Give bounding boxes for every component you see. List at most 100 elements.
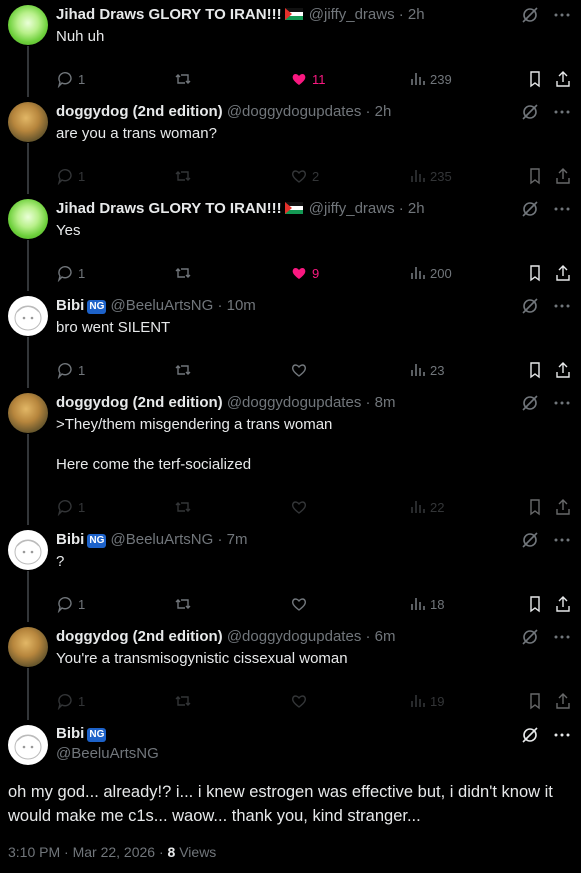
relative-time[interactable]: · 7m bbox=[217, 531, 247, 548]
main-handle[interactable]: @BeeluArtsNG bbox=[56, 745, 159, 762]
retweet-button[interactable] bbox=[174, 70, 192, 88]
like-button[interactable] bbox=[290, 692, 312, 710]
avatar[interactable] bbox=[8, 5, 48, 45]
display-name[interactable]: Bibi bbox=[56, 297, 84, 314]
display-name[interactable]: doggydog (2nd edition) bbox=[56, 394, 223, 411]
retweet-button[interactable] bbox=[174, 595, 192, 613]
views-button[interactable]: 22 bbox=[408, 498, 444, 516]
share-button[interactable] bbox=[554, 692, 572, 710]
more-icon[interactable] bbox=[553, 103, 571, 126]
avatar[interactable] bbox=[8, 627, 48, 667]
action-bar: 1 2 235 bbox=[56, 167, 576, 187]
avatar[interactable] bbox=[8, 725, 48, 765]
like-count: 11 bbox=[312, 71, 326, 87]
reply-text: ? bbox=[56, 553, 65, 570]
timestamp[interactable]: 3:10 PM · Mar 22, 2026 · bbox=[8, 844, 164, 860]
grok-icon[interactable] bbox=[521, 394, 539, 417]
like-button[interactable]: 9 bbox=[290, 264, 319, 282]
display-name[interactable]: Bibi bbox=[56, 531, 84, 548]
bookmark-button[interactable] bbox=[526, 595, 544, 613]
reply-button[interactable]: 1 bbox=[56, 70, 85, 88]
reply-top-icons bbox=[521, 628, 571, 651]
handle[interactable]: @BeeluArtsNG bbox=[111, 531, 214, 548]
like-button[interactable] bbox=[290, 361, 312, 379]
handle[interactable]: @jiffy_draws bbox=[309, 200, 395, 217]
like-button[interactable]: 11 bbox=[290, 70, 326, 88]
share-button[interactable] bbox=[554, 70, 572, 88]
relative-time[interactable]: · 2h bbox=[399, 6, 425, 23]
handle[interactable]: @BeeluArtsNG bbox=[111, 297, 214, 314]
display-name[interactable]: doggydog (2nd edition) bbox=[56, 103, 223, 120]
display-name[interactable]: Jihad Draws GLORY TO IRAN!!! bbox=[56, 6, 282, 23]
bookmark-button[interactable] bbox=[526, 498, 544, 516]
relative-time[interactable]: · 8m bbox=[366, 394, 396, 411]
reply-button[interactable]: 1 bbox=[56, 595, 85, 613]
avatar[interactable] bbox=[8, 393, 48, 433]
retweet-button[interactable] bbox=[174, 264, 192, 282]
main-display-name[interactable]: Bibi NG bbox=[56, 725, 107, 742]
share-button[interactable] bbox=[554, 595, 572, 613]
reply-button[interactable]: 1 bbox=[56, 692, 85, 710]
views-button[interactable]: 235 bbox=[408, 167, 452, 185]
share-button[interactable] bbox=[554, 361, 572, 379]
grok-icon[interactable] bbox=[521, 531, 539, 554]
avatar[interactable] bbox=[8, 530, 48, 570]
display-name[interactable]: doggydog (2nd edition) bbox=[56, 628, 223, 645]
action-bar: 1 19 bbox=[56, 692, 576, 712]
grok-icon[interactable] bbox=[521, 297, 539, 320]
share-button[interactable] bbox=[554, 498, 572, 516]
views-button[interactable]: 200 bbox=[408, 264, 452, 282]
reply-count: 1 bbox=[78, 71, 86, 87]
views-button[interactable]: 23 bbox=[408, 361, 444, 379]
like-button[interactable]: 2 bbox=[290, 167, 319, 185]
avatar[interactable] bbox=[8, 199, 48, 239]
avatar[interactable] bbox=[8, 296, 48, 336]
avatar[interactable] bbox=[8, 102, 48, 142]
bookmark-button[interactable] bbox=[526, 361, 544, 379]
more-icon[interactable] bbox=[553, 297, 571, 320]
display-name[interactable]: Jihad Draws GLORY TO IRAN!!! bbox=[56, 200, 282, 217]
handle[interactable]: @doggydogupdates bbox=[227, 628, 362, 645]
relative-time[interactable]: · 2h bbox=[399, 200, 425, 217]
bookmark-button[interactable] bbox=[526, 264, 544, 282]
retweet-button[interactable] bbox=[174, 498, 192, 516]
bookmark-button[interactable] bbox=[526, 167, 544, 185]
handle[interactable]: @doggydogupdates bbox=[227, 394, 362, 411]
views-button[interactable]: 18 bbox=[408, 595, 444, 613]
share-button[interactable] bbox=[554, 264, 572, 282]
reply-button[interactable]: 1 bbox=[56, 498, 85, 516]
relative-time[interactable]: · 10m bbox=[217, 297, 255, 314]
bookmark-button[interactable] bbox=[526, 692, 544, 710]
share-button[interactable] bbox=[554, 167, 572, 185]
bookmark-button[interactable] bbox=[526, 70, 544, 88]
grok-icon[interactable] bbox=[521, 6, 539, 29]
thread-line bbox=[27, 143, 29, 194]
retweet-button[interactable] bbox=[174, 692, 192, 710]
reply-button[interactable]: 1 bbox=[56, 167, 85, 185]
like-button[interactable] bbox=[290, 498, 312, 516]
views-button[interactable]: 19 bbox=[408, 692, 444, 710]
retweet-button[interactable] bbox=[174, 167, 192, 185]
more-icon[interactable] bbox=[553, 200, 571, 223]
avatar-drawing-icon bbox=[14, 539, 42, 565]
relative-time[interactable]: · 6m bbox=[366, 628, 396, 645]
main-name-text[interactable]: Bibi bbox=[56, 725, 84, 742]
relative-time[interactable]: · 2h bbox=[366, 103, 392, 120]
handle[interactable]: @jiffy_draws bbox=[309, 6, 395, 23]
grok-icon[interactable] bbox=[521, 200, 539, 223]
tweet-meta: 3:10 PM · Mar 22, 2026 · 8 Views bbox=[8, 844, 216, 860]
like-button[interactable] bbox=[290, 595, 312, 613]
views-button[interactable]: 239 bbox=[408, 70, 452, 88]
more-icon[interactable] bbox=[553, 394, 571, 417]
retweet-button[interactable] bbox=[174, 361, 192, 379]
more-icon[interactable] bbox=[553, 6, 571, 29]
reply-button[interactable]: 1 bbox=[56, 361, 85, 379]
more-icon[interactable] bbox=[553, 628, 571, 651]
reply-button[interactable]: 1 bbox=[56, 264, 85, 282]
grok-icon[interactable] bbox=[521, 628, 539, 651]
handle[interactable]: @doggydogupdates bbox=[227, 103, 362, 120]
grok-icon[interactable] bbox=[521, 103, 539, 126]
more-icon[interactable] bbox=[553, 531, 571, 554]
more-icon[interactable] bbox=[553, 726, 571, 749]
grok-icon[interactable] bbox=[521, 726, 539, 749]
